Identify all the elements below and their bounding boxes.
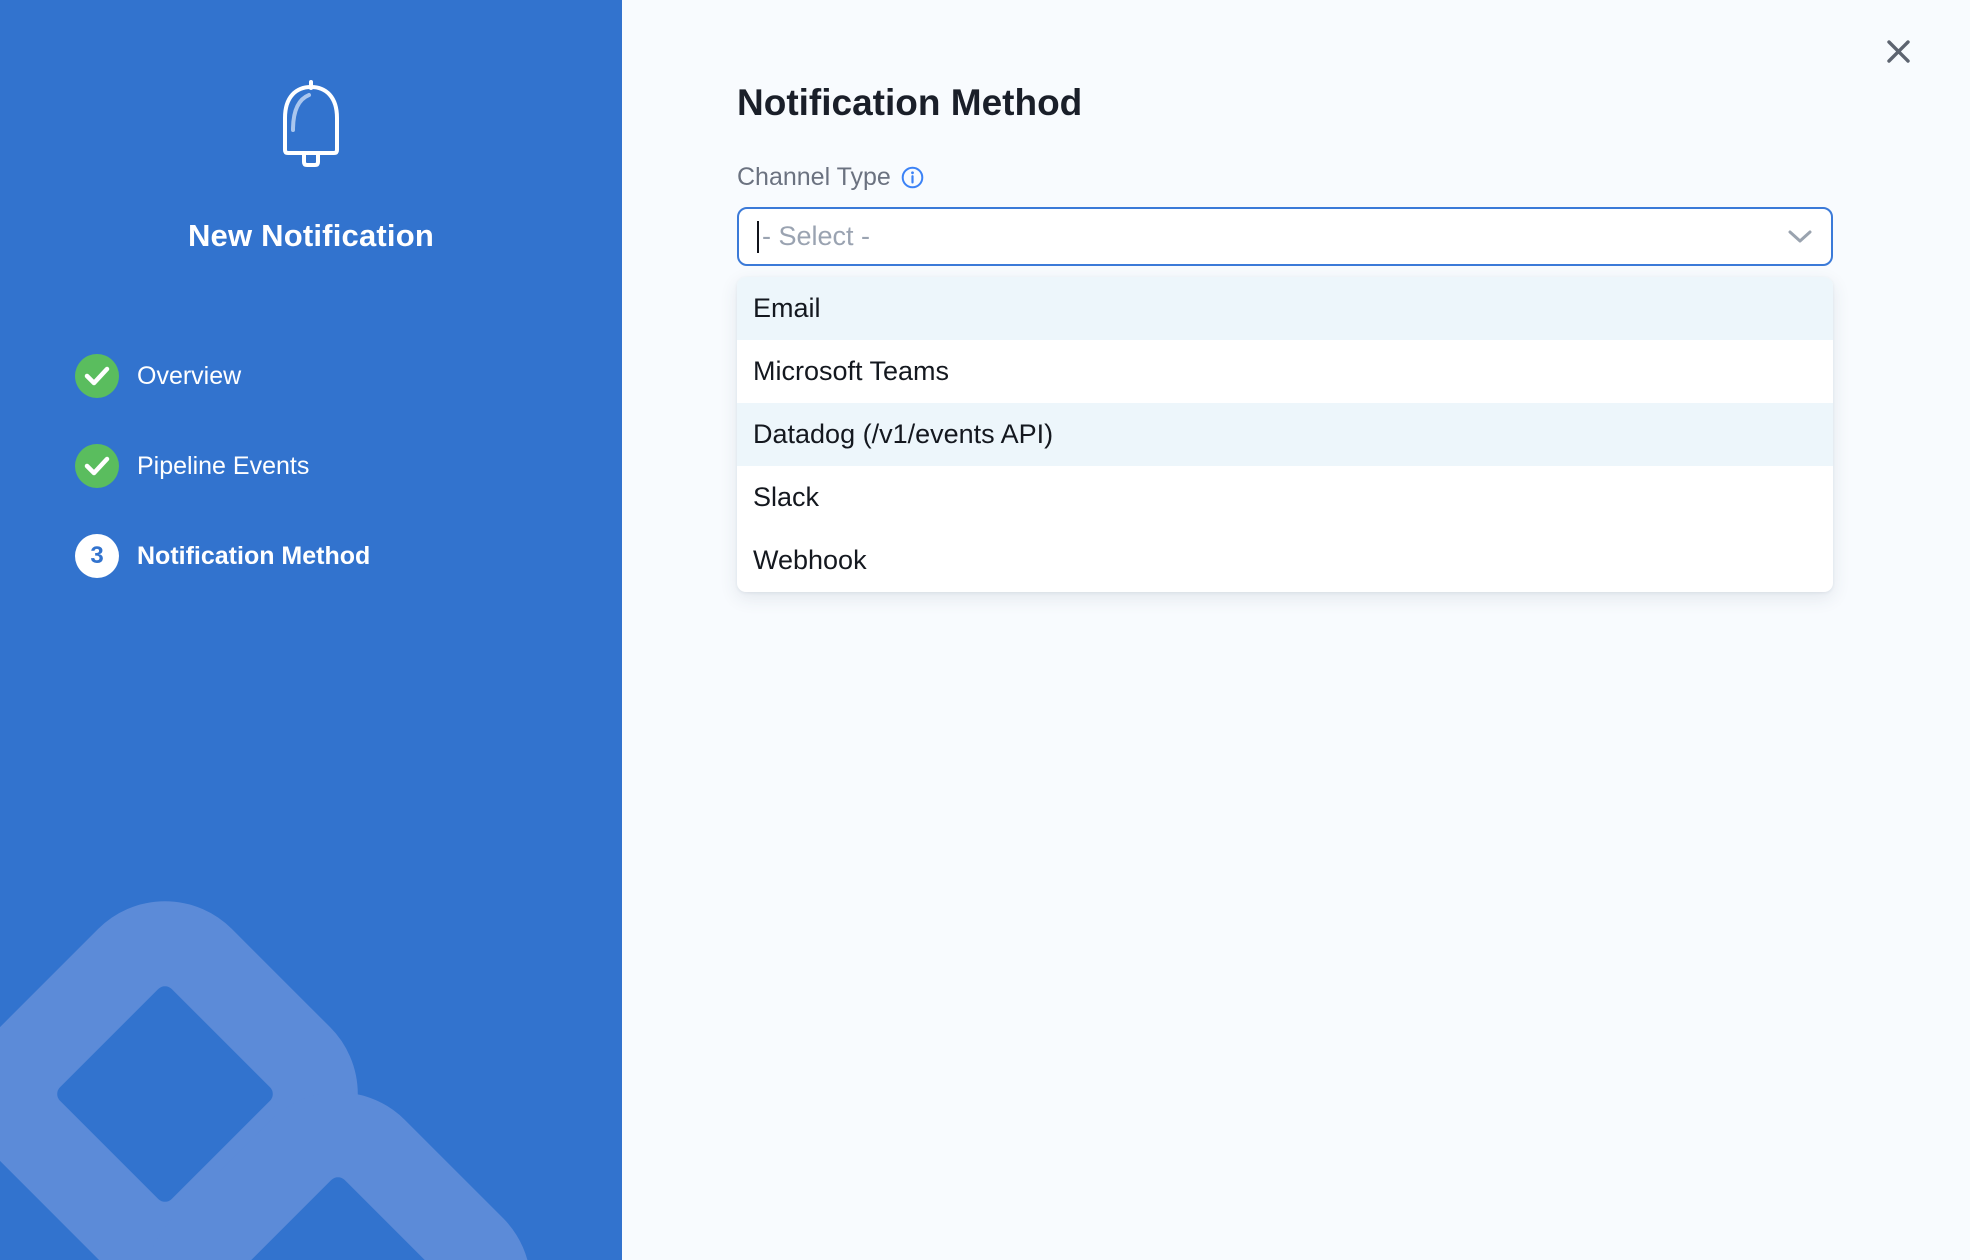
step-label: Overview (137, 362, 241, 391)
step-notification-method[interactable]: 3 Notification Method (75, 534, 370, 578)
close-icon (1885, 38, 1912, 65)
step-overview[interactable]: Overview (75, 354, 370, 398)
channel-type-label-row: Channel Type (737, 163, 924, 192)
logo-watermark (0, 0, 622, 1260)
close-button[interactable] (1880, 33, 1916, 69)
option-microsoft-teams[interactable]: Microsoft Teams (737, 340, 1833, 403)
step-label: Pipeline Events (137, 452, 309, 481)
channel-type-combobox[interactable]: - Select - (737, 207, 1833, 266)
wizard-sidebar: New Notification Overview Pipeline Event… (0, 0, 622, 1260)
step-pipeline-events[interactable]: Pipeline Events (75, 444, 370, 488)
option-webhook[interactable]: Webhook (737, 529, 1833, 592)
combobox-placeholder: - Select - (762, 221, 870, 252)
step-label: Notification Method (137, 542, 370, 571)
check-circle-icon (75, 444, 119, 488)
text-cursor (757, 221, 759, 253)
channel-type-label: Channel Type (737, 163, 891, 192)
wizard-title: New Notification (0, 218, 622, 254)
channel-type-dropdown: Email Microsoft Teams Datadog (/v1/event… (737, 277, 1833, 592)
check-circle-icon (75, 354, 119, 398)
option-datadog[interactable]: Datadog (/v1/events API) (737, 403, 1833, 466)
chevron-down-icon[interactable] (1787, 229, 1813, 245)
wizard-steps: Overview Pipeline Events 3 Notification … (75, 354, 370, 624)
option-slack[interactable]: Slack (737, 466, 1833, 529)
bell-icon (271, 76, 351, 176)
info-icon[interactable] (901, 166, 924, 189)
page-title: Notification Method (737, 82, 1082, 124)
notification-method-panel: Notification Method Channel Type - Selec… (622, 0, 1970, 1260)
option-email[interactable]: Email (737, 277, 1833, 340)
step-number-badge: 3 (75, 534, 119, 578)
